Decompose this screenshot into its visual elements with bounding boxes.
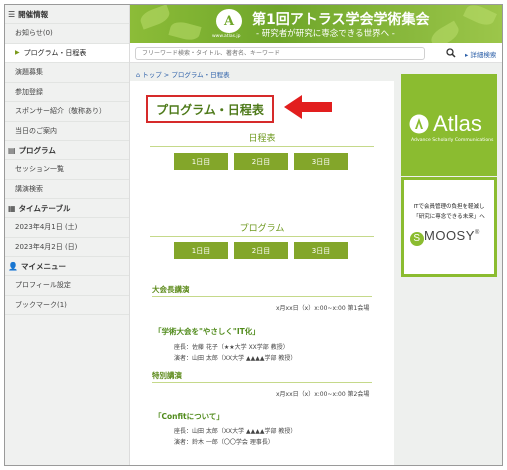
sidebar-item-label: スポンサー紹介（敬称あり） bbox=[15, 107, 106, 116]
moosy-ad-banner[interactable]: ITで会員管理の負担を軽減し 「研究に専念できる未来」へ S MOOSY® bbox=[401, 177, 497, 277]
sidebar-section-my-menu: 👤 マイメニュー bbox=[5, 257, 129, 276]
moosy-s-icon: S bbox=[410, 232, 424, 246]
session-time: x月xx日（x）x:00~x:00 第2会場 bbox=[276, 391, 370, 398]
moosy-line-1: ITで会員管理の負担を軽減し bbox=[413, 204, 485, 210]
divider bbox=[152, 296, 372, 297]
sidebar-section-program: ▤ プログラム bbox=[5, 141, 129, 160]
atlas-tagline: Advance Scholarly Communications bbox=[411, 138, 494, 143]
sidebar-item-label: プロフィール設定 bbox=[15, 281, 71, 290]
sidebar: ☰ 開催情報 お知らせ(0) ▶ プログラム・日程表 演題募集 参加登録 スポンサ… bbox=[5, 5, 130, 465]
header-banner: A www.atlas.jp 第1回アトラス学会学術集会 - 研究者が研究に専念… bbox=[130, 5, 502, 43]
registered-mark: ® bbox=[474, 230, 480, 236]
atlas-logo-icon bbox=[409, 114, 429, 134]
main-content: プログラム・日程表 日程表 1日目 2日目 3日目 プログラム 1日目 2日目 … bbox=[130, 81, 394, 465]
chair-info: 座長：佐藤 花子（★★大学 XX学部 教授） bbox=[174, 344, 289, 351]
sidebar-item-label: 2023年4月1日 (土) bbox=[15, 223, 78, 232]
conference-title: 第1回アトラス学会学術集会 bbox=[252, 12, 430, 28]
divider bbox=[152, 382, 372, 383]
session-title-link[interactable]: 「Confitについて」 bbox=[154, 411, 224, 422]
sidebar-item-registration[interactable]: 参加登録 bbox=[5, 83, 129, 102]
session-title-link[interactable]: 「学術大会を"やさしく"IT化」 bbox=[154, 326, 260, 337]
page-title: プログラム・日程表 bbox=[156, 102, 264, 117]
list-icon: ☰ bbox=[8, 9, 16, 19]
program-day-2-button[interactable]: 2日目 bbox=[234, 242, 288, 259]
moosy-brand: MOOSY bbox=[424, 228, 475, 243]
sidebar-item-label: 当日のご案内 bbox=[15, 126, 57, 135]
search-icon[interactable] bbox=[446, 48, 456, 58]
sidebar-item-call-for-abstracts[interactable]: 演題募集 bbox=[5, 63, 129, 83]
program-day-1-button[interactable]: 1日目 bbox=[174, 242, 228, 259]
breadcrumb-home-link[interactable]: トップ bbox=[142, 71, 162, 79]
breadcrumb-separator: > bbox=[163, 71, 170, 79]
user-icon: 👤 bbox=[8, 261, 18, 271]
sidebar-section-title: マイメニュー bbox=[20, 261, 66, 271]
advanced-search-link[interactable]: ▸ 詳細検索 bbox=[465, 49, 496, 59]
sidebar-item-label: セッション一覧 bbox=[15, 165, 64, 174]
sidebar-item-day-1[interactable]: 2023年4月1日 (土) bbox=[5, 218, 129, 238]
book-icon: ▤ bbox=[8, 145, 16, 155]
page-title-box: プログラム・日程表 bbox=[146, 95, 274, 123]
sidebar-section-event-info: ☰ 開催情報 bbox=[5, 5, 129, 24]
sidebar-item-label: プログラム・日程表 bbox=[23, 48, 87, 57]
breadcrumb-current: プログラム・日程表 bbox=[171, 71, 230, 79]
leaf-decoration bbox=[428, 20, 462, 43]
atlas-ad-banner[interactable]: Atlas Advance Scholarly Communications bbox=[401, 74, 497, 176]
sidebar-item-day-2[interactable]: 2023年4月2日 (日) bbox=[5, 238, 129, 257]
schedule-day-3-button[interactable]: 3日目 bbox=[294, 153, 348, 170]
home-icon[interactable]: ⌂ bbox=[136, 71, 140, 79]
sidebar-item-label: 演題募集 bbox=[15, 68, 43, 77]
search-bar: ▸ 詳細検索 bbox=[130, 43, 502, 63]
search-input[interactable] bbox=[135, 47, 425, 60]
program-heading: プログラム bbox=[150, 221, 374, 237]
atlas-logo-icon[interactable]: A bbox=[216, 9, 242, 33]
browser-frame: ☰ 開催情報 お知らせ(0) ▶ プログラム・日程表 演題募集 参加登録 スポンサ… bbox=[4, 4, 503, 466]
sidebar-section-title: プログラム bbox=[18, 145, 56, 155]
sidebar-item-label: ブックマーク(1) bbox=[15, 300, 67, 309]
schedule-day-2-button[interactable]: 2日目 bbox=[234, 153, 288, 170]
breadcrumb: ⌂ トップ > プログラム・日程表 bbox=[130, 69, 230, 79]
triangle-right-icon: ▶ bbox=[15, 49, 20, 57]
speaker-info: 演者：鈴木 一郎（〇〇学会 理事長） bbox=[174, 439, 274, 446]
speaker-info: 演者：山田 太郎（XX大学 ▲▲▲▲学部 教授） bbox=[174, 355, 297, 362]
session-time: x月xx日（x）x:00~x:00 第1会場 bbox=[276, 305, 370, 312]
sidebar-section-title: タイムテーブル bbox=[18, 203, 71, 213]
sidebar-item-label: お知らせ(0) bbox=[15, 29, 53, 38]
sidebar-item-label: 講演検索 bbox=[15, 184, 43, 193]
schedule-day-1-button[interactable]: 1日目 bbox=[174, 153, 228, 170]
sidebar-item-day-guide[interactable]: 当日のご案内 bbox=[5, 122, 129, 141]
logo-url: www.atlas.jp bbox=[212, 34, 241, 39]
sidebar-item-label: 参加登録 bbox=[15, 87, 43, 96]
sidebar-section-title: 開催情報 bbox=[18, 9, 49, 19]
sidebar-item-program-schedule[interactable]: ▶ プログラム・日程表 bbox=[5, 43, 129, 63]
leaf-decoration bbox=[168, 19, 202, 43]
section-heading: 大会長講演 bbox=[152, 285, 190, 294]
sidebar-item-profile[interactable]: プロフィール設定 bbox=[5, 276, 129, 296]
leaf-decoration bbox=[138, 5, 172, 30]
arrow-left-icon bbox=[284, 95, 332, 119]
sidebar-item-sponsors[interactable]: スポンサー紹介（敬称あり） bbox=[5, 102, 129, 122]
conference-subtitle: - 研究者が研究に専念できる世界へ - bbox=[256, 29, 395, 39]
sidebar-item-label: 2023年4月2日 (日) bbox=[15, 242, 78, 251]
schedule-heading: 日程表 bbox=[150, 131, 374, 147]
sidebar-item-lecture-search[interactable]: 講演検索 bbox=[5, 180, 129, 199]
moosy-line-2: 「研究に専念できる未来」へ bbox=[413, 214, 485, 220]
sidebar-item-bookmarks[interactable]: ブックマーク(1) bbox=[5, 296, 129, 315]
moosy-logo: S MOOSY® bbox=[410, 228, 490, 246]
sidebar-section-timetable: ▦ タイムテーブル bbox=[5, 199, 129, 218]
program-day-3-button[interactable]: 3日目 bbox=[294, 242, 348, 259]
sidebar-item-news[interactable]: お知らせ(0) bbox=[5, 24, 129, 44]
calendar-icon: ▦ bbox=[8, 203, 16, 213]
chair-info: 座長：山田 太郎（XX大学 ▲▲▲▲学部 教授） bbox=[174, 428, 297, 435]
atlas-brand: Atlas bbox=[433, 111, 482, 136]
leaf-decoration bbox=[463, 5, 497, 29]
section-heading: 特別講演 bbox=[152, 371, 182, 380]
sidebar-item-session-list[interactable]: セッション一覧 bbox=[5, 160, 129, 180]
